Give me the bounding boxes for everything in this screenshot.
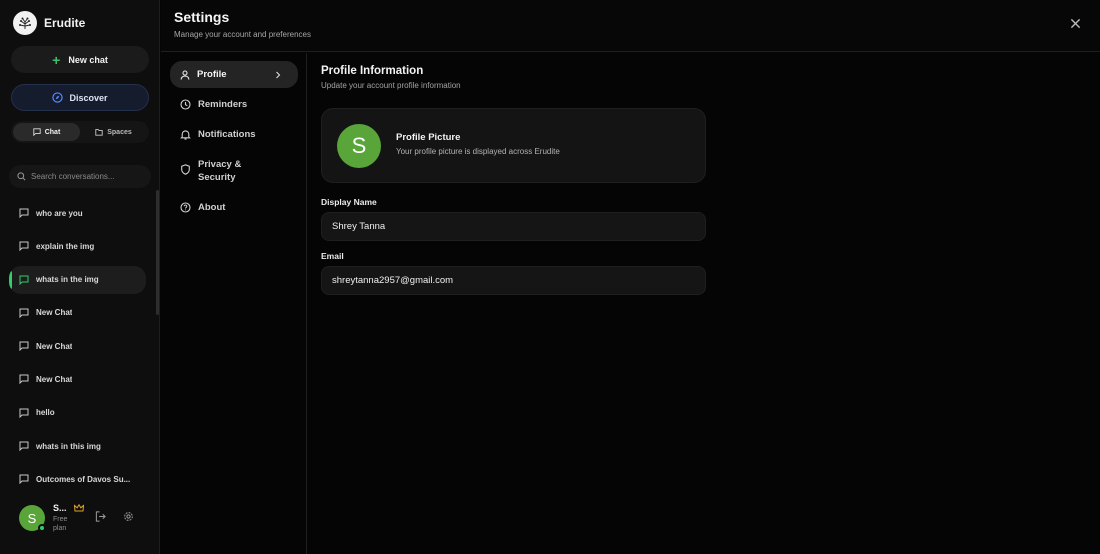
- nav-reminders[interactable]: Reminders: [170, 98, 298, 111]
- search-conversations-input[interactable]: Search conversations...: [9, 165, 151, 188]
- nav-reminders-label: Reminders: [198, 99, 248, 110]
- conversation-title: Outcomes of Davos Su...: [36, 474, 131, 484]
- conversation-title: explain the img: [36, 241, 95, 251]
- conversation-title: who are you: [36, 208, 83, 218]
- user-actions: [95, 511, 151, 525]
- conversation-item[interactable]: Outcomes of Davos Su...: [9, 465, 146, 493]
- user-avatar[interactable]: S: [19, 505, 46, 532]
- sidebar-scrollbar[interactable]: [156, 190, 159, 315]
- profile-panel: Profile Information Update your account …: [321, 65, 706, 295]
- logout-button[interactable]: [95, 511, 106, 525]
- tab-chat-label: Chat: [44, 128, 61, 136]
- tab-spaces[interactable]: Spaces: [80, 123, 147, 141]
- section-title: Profile Information: [321, 65, 424, 77]
- discover-label: Discover: [69, 92, 108, 103]
- user-avatar-initial: S: [27, 510, 37, 526]
- email-label: Email: [321, 251, 344, 261]
- close-settings-button[interactable]: [1070, 18, 1081, 32]
- user-plan: Free plan: [53, 516, 68, 532]
- conversation-item[interactable]: explain the img: [9, 232, 146, 260]
- profile-avatar[interactable]: S: [337, 124, 381, 168]
- user-name: S...: [53, 503, 67, 513]
- settings-nav: Profile Reminders Notifications Privacy …: [161, 53, 307, 554]
- profile-picture-card: S Profile Picture Your profile picture i…: [321, 108, 706, 183]
- help-circle-icon: [180, 202, 191, 213]
- folder-icon: [95, 129, 103, 136]
- nav-profile-label: Profile: [197, 69, 227, 80]
- message-square-icon: [19, 308, 29, 318]
- new-chat-label: New chat: [68, 54, 108, 65]
- page-subtitle: Manage your account and preferences: [174, 30, 311, 39]
- online-status-dot: [38, 524, 46, 532]
- conversation-title: New Chat: [36, 374, 73, 384]
- email-value: shreytanna2957@gmail.com: [332, 275, 454, 286]
- nav-privacy-security[interactable]: Privacy & Security: [170, 158, 270, 184]
- chevron-right-icon: [276, 71, 281, 78]
- profile-avatar-initial: S: [351, 133, 367, 158]
- nav-about-label: About: [198, 202, 226, 213]
- chat-spaces-toggle: Chat Spaces: [11, 121, 149, 143]
- tab-chat[interactable]: Chat: [13, 123, 80, 141]
- display-name-label: Display Name: [321, 197, 377, 207]
- email-field[interactable]: shreytanna2957@gmail.com: [321, 266, 706, 295]
- message-square-icon: [19, 408, 29, 418]
- conversation-list: who are you explain the img whats in the…: [9, 199, 146, 499]
- new-chat-button[interactable]: + New chat: [11, 46, 149, 73]
- page-title: Settings: [174, 9, 230, 25]
- conversation-title: hello: [36, 408, 55, 418]
- compass-icon: [52, 92, 64, 103]
- conversation-item[interactable]: hello: [9, 399, 146, 427]
- erudite-logo-icon: [13, 11, 37, 35]
- nav-profile[interactable]: Profile: [170, 61, 298, 88]
- plus-icon: +: [52, 51, 61, 68]
- display-name-value: Shrey Tanna: [332, 221, 386, 232]
- tab-spaces-label: Spaces: [107, 128, 132, 136]
- sidebar: Erudite + New chat Discover Chat Spaces …: [0, 0, 160, 554]
- conversation-item-active[interactable]: whats in the img: [9, 265, 146, 294]
- clock-icon: [180, 99, 191, 110]
- app-name: Erudite: [44, 16, 86, 30]
- gear-icon: [124, 512, 133, 521]
- message-square-icon: [19, 374, 29, 385]
- conversation-item[interactable]: New Chat: [9, 332, 146, 360]
- user-settings-button[interactable]: [123, 511, 134, 525]
- discover-button[interactable]: Discover: [11, 84, 149, 111]
- shield-icon: [181, 164, 190, 175]
- conversation-title: New Chat: [36, 341, 73, 351]
- conversation-item[interactable]: New Chat: [9, 365, 146, 393]
- message-square-icon: [19, 341, 29, 352]
- conversation-item[interactable]: New Chat: [9, 299, 146, 327]
- conversation-item[interactable]: whats in this img: [9, 432, 146, 460]
- nav-privacy-security-label: Privacy & Security: [198, 159, 242, 183]
- crown-icon: [74, 504, 84, 512]
- settings-header: Settings Manage your account and prefere…: [161, 0, 1100, 52]
- message-square-icon: [19, 275, 29, 285]
- nav-notifications-label: Notifications: [198, 129, 256, 140]
- close-icon: [1070, 18, 1081, 29]
- brand[interactable]: Erudite: [13, 11, 85, 35]
- conversation-item[interactable]: who are you: [9, 199, 146, 227]
- search-icon: [17, 172, 26, 181]
- nav-notifications[interactable]: Notifications: [170, 128, 298, 141]
- logout-icon: [95, 511, 106, 522]
- message-square-icon: [19, 241, 29, 252]
- message-square-icon: [19, 441, 29, 452]
- display-name-field[interactable]: Shrey Tanna: [321, 212, 706, 241]
- user-info: S... Free plan: [53, 503, 75, 533]
- conversation-title: New Chat: [36, 308, 73, 318]
- bell-icon: [180, 130, 191, 140]
- user-icon: [180, 69, 190, 80]
- conversation-title: whats in this img: [36, 441, 101, 451]
- search-placeholder: Search conversations...: [31, 172, 115, 181]
- user-profile-bar: S S... Free plan: [19, 503, 133, 533]
- conversation-title: whats in the img: [36, 275, 99, 285]
- message-square-icon: [19, 208, 29, 218]
- message-square-icon: [19, 474, 29, 485]
- profile-picture-title: Profile Picture: [396, 132, 461, 143]
- message-square-icon: [33, 128, 41, 136]
- section-subtitle: Update your account profile information: [321, 81, 461, 90]
- nav-about[interactable]: About: [170, 201, 298, 214]
- profile-picture-subtitle: Your profile picture is displayed across…: [396, 147, 560, 156]
